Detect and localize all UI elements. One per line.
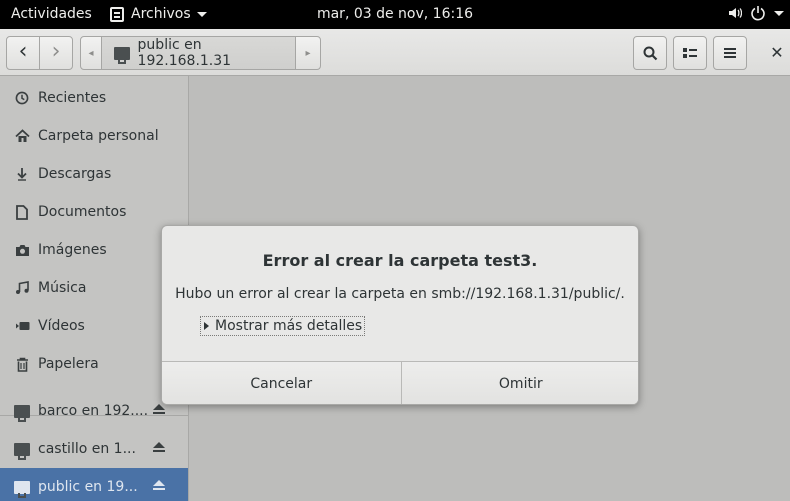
- eject-icon[interactable]: [153, 442, 166, 454]
- dialog-title: Error al crear la carpeta test3.: [262, 251, 538, 270]
- sidebar-item-label: Carpeta personal: [38, 128, 159, 144]
- search-button[interactable]: [633, 36, 667, 70]
- search-icon: [643, 46, 657, 60]
- sidebar-item-descargas[interactable]: Descargas: [0, 155, 188, 193]
- path-scroll-left-button[interactable]: ◂: [80, 36, 102, 70]
- sidebar-item-recientes[interactable]: Recientes: [0, 79, 188, 117]
- sidebar-item-barco[interactable]: barco en 192....: [0, 392, 188, 430]
- network-folder-icon: [14, 403, 30, 422]
- cancel-button[interactable]: Cancelar: [162, 362, 401, 404]
- chevron-down-icon: [774, 10, 784, 16]
- sidebar-item-public[interactable]: public en 19...: [0, 468, 188, 501]
- show-details-expander[interactable]: Mostrar más detalles: [200, 316, 366, 336]
- sidebar-item-musica[interactable]: Música: [0, 269, 188, 307]
- chevron-left-icon: ‹: [18, 38, 28, 64]
- network-folder-icon: [14, 441, 30, 460]
- back-button[interactable]: ‹: [6, 36, 40, 70]
- dialog-message: Hubo un error al crear la carpeta en smb…: [175, 286, 625, 302]
- hamburger-menu-icon: [724, 48, 736, 58]
- location-label: public en 192.168.1.31: [137, 37, 232, 69]
- list-view-icon: [683, 48, 697, 58]
- sidebar-item-label: Descargas: [38, 166, 112, 182]
- volume-icon: [729, 8, 742, 18]
- download-icon: [14, 166, 30, 182]
- clock-icon: [14, 90, 30, 106]
- camera-icon: [14, 242, 30, 258]
- show-details-label: Mostrar más detalles: [215, 318, 363, 334]
- error-dialog: Error al crear la carpeta test3. Hubo un…: [161, 225, 639, 405]
- path-scroll-right-button[interactable]: ▸: [295, 36, 321, 70]
- home-icon: [14, 128, 30, 144]
- sidebar-item-label: Vídeos: [38, 318, 85, 334]
- music-icon: [14, 280, 30, 296]
- sidebar-item-castillo[interactable]: castillo en 1...: [0, 430, 188, 468]
- forward-button[interactable]: ›: [39, 36, 73, 70]
- sidebar-item-label: barco en 192....: [38, 403, 149, 419]
- document-icon: [14, 204, 30, 220]
- top-bar: Actividades Archivos mar, 03 de nov, 16:…: [0, 0, 790, 29]
- sidebar-item-label: Imágenes: [38, 242, 107, 258]
- sidebar-item-label: Papelera: [38, 356, 99, 372]
- sidebar-item-label: Música: [38, 280, 87, 296]
- sidebar-item-label: Documentos: [38, 204, 127, 220]
- skip-button[interactable]: Omitir: [400, 362, 638, 404]
- sidebar-item-papelera[interactable]: Papelera: [0, 345, 188, 383]
- close-icon: ✕: [770, 42, 784, 62]
- menu-button[interactable]: [713, 36, 747, 70]
- path-bar-current-location[interactable]: public en 192.168.1.31: [101, 36, 296, 70]
- sidebar-item-label: Recientes: [38, 90, 107, 106]
- view-mode-button[interactable]: [673, 36, 707, 70]
- trash-icon: [14, 356, 30, 372]
- clock[interactable]: mar, 03 de nov, 16:16: [0, 6, 790, 22]
- sidebar-item-documentos[interactable]: Documentos: [0, 193, 188, 231]
- triangle-right-icon: [204, 322, 209, 330]
- eject-icon[interactable]: [153, 404, 166, 416]
- network-folder-icon: [14, 479, 30, 498]
- sidebar-item-videos[interactable]: Vídeos: [0, 307, 188, 345]
- sidebar-item-imagenes[interactable]: Imágenes: [0, 231, 188, 269]
- network-folder-icon: [114, 46, 130, 64]
- sidebar-item-carpeta-personal[interactable]: Carpeta personal: [0, 117, 188, 155]
- chevron-right-icon: ›: [51, 38, 61, 64]
- power-icon: [751, 6, 765, 21]
- dialog-actions: Cancelar Omitir: [162, 361, 638, 404]
- system-menu[interactable]: [728, 5, 784, 21]
- header-bar: ‹ › ◂ public en 192.168.1.31 ▸ ✕: [0, 29, 790, 76]
- eject-icon[interactable]: [153, 480, 166, 492]
- triangle-right-icon: ▸: [305, 47, 311, 59]
- triangle-left-icon: ◂: [88, 47, 94, 59]
- sidebar-item-label: public en 19...: [38, 479, 138, 495]
- video-icon: [14, 318, 30, 334]
- sidebar-item-label: castillo en 1...: [38, 441, 136, 457]
- close-button[interactable]: ✕: [768, 42, 786, 62]
